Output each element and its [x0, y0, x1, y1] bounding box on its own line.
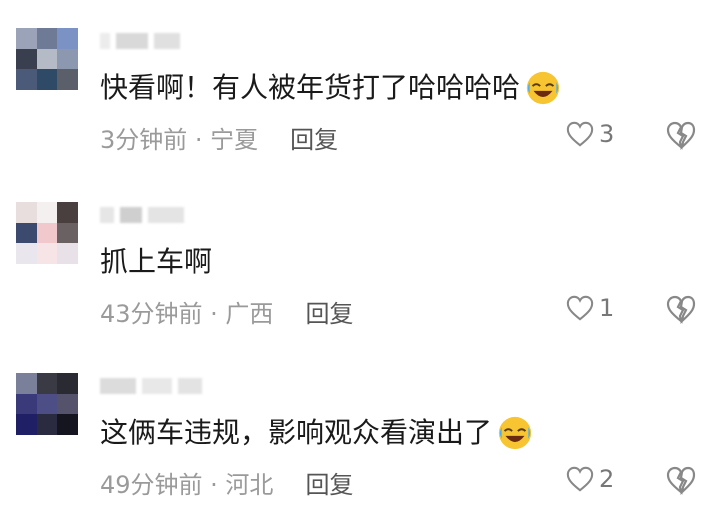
reply-button[interactable]: 回复 [305, 294, 353, 329]
broken-heart-icon[interactable] [665, 120, 697, 150]
time-location: 43分钟前 · 广西 [100, 300, 274, 328]
broken-heart-icon[interactable] [665, 465, 697, 495]
comment-item: 抓上车啊 43分钟前 · 广西 回复 1 [0, 174, 727, 346]
username-blurred[interactable] [100, 204, 208, 226]
heart-icon [566, 466, 594, 492]
like-button[interactable]: 1 [565, 294, 614, 322]
laughing-crying-emoji-icon [498, 416, 532, 450]
broken-heart-icon[interactable] [665, 294, 697, 324]
heart-icon [566, 295, 594, 321]
comment-meta: 49分钟前 · 河北 回复 [100, 465, 353, 500]
like-button[interactable]: 3 [565, 120, 614, 148]
reply-button[interactable]: 回复 [290, 120, 338, 155]
username-blurred[interactable] [100, 375, 208, 397]
avatar[interactable] [16, 373, 78, 435]
laughing-crying-emoji-icon [526, 71, 560, 105]
like-count: 3 [599, 120, 615, 148]
reply-button[interactable]: 回复 [305, 465, 353, 500]
avatar[interactable] [16, 28, 78, 90]
like-count: 2 [599, 465, 615, 493]
like-count: 1 [599, 294, 615, 322]
comment-text: 抓上车啊 [100, 245, 213, 278]
comment-text: 快看啊！有人被年货打了哈哈哈哈 [100, 68, 562, 108]
comment-meta: 3分钟前 · 宁夏 回复 [100, 120, 338, 155]
comment-item: 这俩车违规，影响观众看演出了 49分钟前 · 河北 回复 2 [0, 345, 727, 517]
avatar[interactable] [16, 202, 78, 264]
time-location: 3分钟前 · 宁夏 [100, 126, 259, 154]
comment-item: 快看啊！有人被年货打了哈哈哈哈 3分钟前 · 宁夏 回复 3 [0, 0, 727, 172]
heart-icon [566, 121, 594, 147]
comment-text: 这俩车违规，影响观众看演出了 [100, 413, 534, 453]
username-blurred[interactable] [100, 30, 208, 52]
time-location: 49分钟前 · 河北 [100, 471, 274, 499]
like-button[interactable]: 2 [565, 465, 614, 493]
comment-meta: 43分钟前 · 广西 回复 [100, 294, 353, 329]
